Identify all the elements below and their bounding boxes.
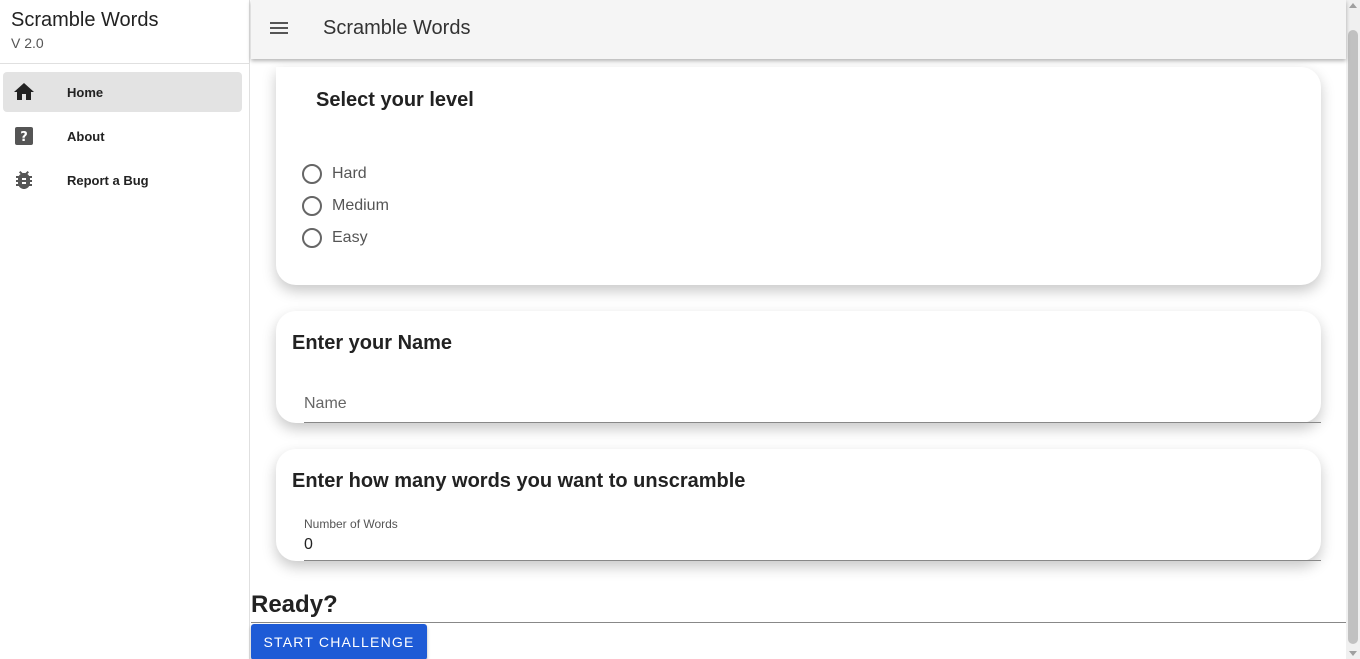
radio-hard[interactable]: Hard (302, 164, 367, 184)
number-of-words-field[interactable]: Number of Words 0 (304, 515, 1321, 561)
sidebar-title: Scramble Words (11, 9, 159, 31)
scrollbar[interactable] (1346, 0, 1360, 659)
number-of-words-input[interactable]: 0 (304, 536, 313, 554)
scroll-thumb[interactable] (1348, 30, 1358, 644)
sidebar-nav: Home ? About Report a Bug (0, 64, 249, 200)
sidebar: Scramble Words V 2.0 Home ? About Report… (0, 0, 250, 659)
words-title: Enter how many words you want to unscram… (292, 470, 746, 492)
sidebar-header: Scramble Words V 2.0 (0, 0, 249, 64)
radio-label: Medium (332, 197, 389, 214)
radio-circle-icon[interactable] (302, 164, 322, 184)
home-icon (14, 83, 34, 100)
radio-medium[interactable]: Medium (302, 196, 389, 216)
page-title: Scramble Words (323, 17, 471, 39)
divider (251, 622, 1346, 623)
scroll-up-icon[interactable] (1349, 3, 1357, 8)
radio-circle-icon[interactable] (302, 196, 322, 216)
scroll-down-icon[interactable] (1349, 651, 1357, 656)
name-input[interactable] (304, 395, 1321, 413)
words-card: Enter how many words you want to unscram… (276, 449, 1321, 561)
start-challenge-button[interactable]: START CHALLENGE (251, 624, 427, 659)
radio-easy[interactable]: Easy (302, 228, 368, 248)
level-card: Select your level Hard Medium Easy (276, 67, 1321, 285)
sidebar-item-label: Report a Bug (67, 172, 149, 188)
app-bar: Scramble Words (251, 0, 1346, 59)
name-title: Enter your Name (292, 332, 453, 354)
number-of-words-label: Number of Words (304, 517, 398, 531)
sidebar-item-report-bug[interactable]: Report a Bug (3, 160, 242, 200)
svg-text:?: ? (20, 130, 28, 145)
sidebar-item-about[interactable]: ? About (3, 116, 242, 156)
bug-icon (16, 171, 32, 189)
sidebar-item-label: Home (67, 84, 104, 100)
menu-icon[interactable] (267, 16, 291, 40)
help-icon: ? (15, 127, 33, 145)
name-field[interactable] (304, 391, 1321, 423)
level-title: Select your level (316, 89, 474, 111)
radio-circle-icon[interactable] (302, 228, 322, 248)
radio-label: Hard (332, 165, 367, 182)
ready-heading: Ready? (251, 591, 338, 618)
name-card: Enter your Name (276, 311, 1321, 423)
sidebar-item-home[interactable]: Home (3, 72, 242, 112)
sidebar-item-label: About (67, 128, 105, 144)
radio-label: Easy (332, 229, 368, 246)
app-version: V 2.0 (11, 35, 44, 51)
